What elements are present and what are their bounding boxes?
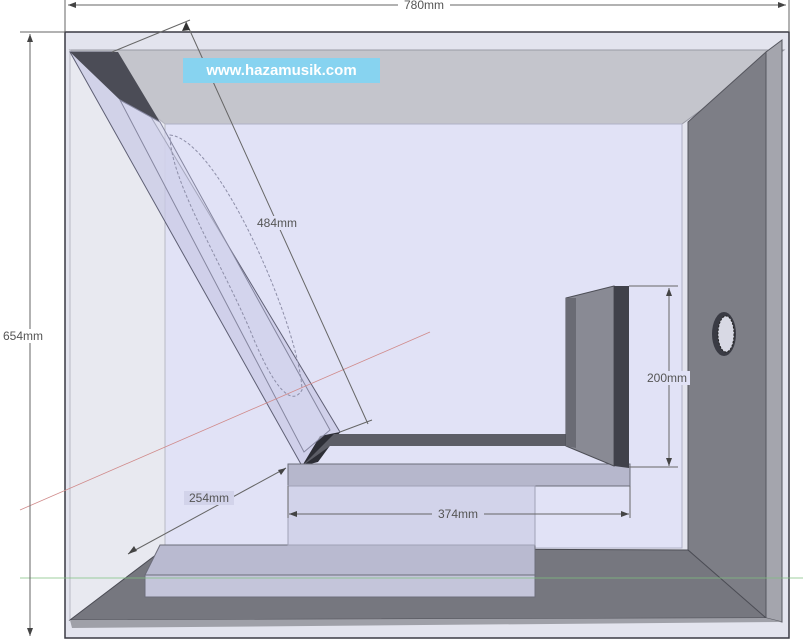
- dim-width-arrow-left: [68, 2, 76, 8]
- dim-height-label: 654mm: [3, 329, 43, 343]
- watermark-text: www.hazamusik.com: [183, 58, 380, 83]
- port-tube-icon: [712, 312, 736, 356]
- dim-floor-label: 374mm: [438, 507, 478, 521]
- vertical-panel-face: [614, 286, 629, 468]
- dim-slant-arrow-top: [182, 22, 190, 31]
- dim-vertical-label: 200mm: [647, 371, 687, 385]
- dim-slant-label: 484mm: [257, 216, 297, 230]
- enclosure-diagram: 780mm 654mm 484mm 200mm 374mm 254mm: [0, 0, 803, 639]
- dim-width-arrow-right: [778, 2, 786, 8]
- dim-depth-label: 254mm: [189, 491, 229, 505]
- dim-height-arrow-top: [27, 34, 33, 42]
- dim-height-arrow-bottom: [27, 628, 33, 636]
- floor-step-lower: [287, 485, 536, 546]
- dim-width-label: 780mm: [404, 0, 444, 12]
- inner-floor-board: [144, 544, 536, 576]
- right-side-edge: [765, 39, 783, 623]
- top-panel: [68, 49, 786, 125]
- floor-step-face: [287, 463, 631, 487]
- vertical-panel-front: [566, 298, 576, 448]
